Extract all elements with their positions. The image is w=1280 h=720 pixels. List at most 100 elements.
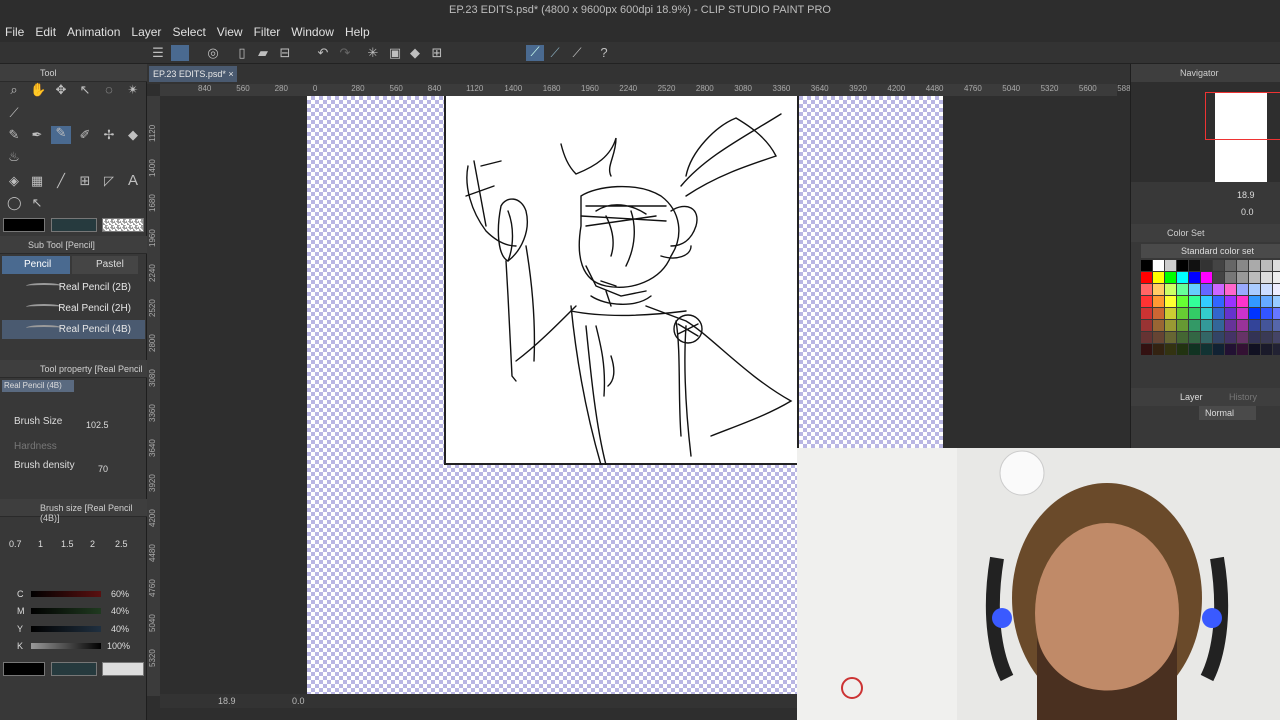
color-cell[interactable] [1177,320,1188,331]
color-cell[interactable] [1273,332,1280,343]
correct-line-tool-icon[interactable]: ↖ [30,196,44,210]
color-cell[interactable] [1225,344,1236,355]
color-cell[interactable] [1153,332,1164,343]
color-cell[interactable] [1213,320,1224,331]
menu-view[interactable]: View [212,22,249,39]
color-cell[interactable] [1249,308,1260,319]
main-color-swatch-bottom[interactable] [3,662,45,676]
brush-size-preset[interactable]: 1 [38,539,43,549]
blend-mode-select[interactable]: Normal [1199,406,1256,420]
color-cell[interactable] [1237,344,1248,355]
sub-color-swatch-bottom[interactable] [51,662,97,676]
menu-icon[interactable]: ☰ [151,46,165,60]
color-cell[interactable] [1177,308,1188,319]
transform-icon[interactable]: ⊞ [430,46,444,60]
grid-snap-icon[interactable]: ⟋ [570,46,584,60]
color-cell[interactable] [1177,284,1188,295]
frame-tool-icon[interactable]: ⊞ [78,174,92,188]
zoom-value[interactable]: 18.9 [218,696,236,706]
lasso-tool-icon[interactable]: ◌ [102,83,116,97]
figure-tool-icon[interactable]: ╱ [54,174,68,188]
color-cell[interactable] [1165,260,1176,271]
color-cell[interactable] [1141,344,1152,355]
menu-layer[interactable]: Layer [126,22,167,39]
special-ruler-icon[interactable]: ⟋ [548,46,562,60]
color-cell[interactable] [1153,320,1164,331]
color-cell[interactable] [1177,296,1188,307]
color-cell[interactable] [1189,260,1200,271]
color-cell[interactable] [1141,284,1152,295]
color-cell[interactable] [1177,272,1188,283]
color-cell[interactable] [1189,284,1200,295]
color-cell[interactable] [1153,296,1164,307]
hand-tool-icon[interactable]: ✋ [30,83,46,97]
color-cell[interactable] [1153,284,1164,295]
cmyk-m-slider[interactable] [31,608,101,614]
color-cell[interactable] [1225,284,1236,295]
color-cell[interactable] [1201,332,1212,343]
brush-size-preset[interactable]: 2 [90,539,95,549]
ruler-tool-icon[interactable]: ◸ [102,174,116,188]
clip-studio-icon[interactable]: ◎ [206,46,220,60]
sub-tool-item-real-pencil-2b[interactable]: Real Pencil (2B) [2,278,145,297]
color-cell[interactable] [1249,320,1260,331]
new-file-icon[interactable]: ▯ [235,46,249,60]
color-cell[interactable] [1273,296,1280,307]
color-cell[interactable] [1165,320,1176,331]
marker-tool-icon[interactable]: ✒ [30,128,44,142]
color-cell[interactable] [1237,320,1248,331]
color-cell[interactable] [1213,332,1224,343]
color-cell[interactable] [1225,296,1236,307]
cmyk-c-value[interactable]: 60% [111,589,129,599]
color-cell[interactable] [1225,272,1236,283]
history-tab-label[interactable]: History [1229,392,1257,402]
color-cell[interactable] [1165,332,1176,343]
zoom-tool-icon[interactable]: ⌕ [7,83,21,97]
tab-pastel[interactable]: Pastel [72,256,138,274]
undo-icon[interactable]: ↶ [316,46,330,60]
color-cell[interactable] [1261,272,1272,283]
color-cell[interactable] [1225,320,1236,331]
loading-icon[interactable]: ✳ [366,46,380,60]
close-icon[interactable]: × [228,69,233,79]
pen-tool-icon[interactable]: ✎ [7,128,21,142]
transparent-color-swatch-bottom[interactable] [102,662,144,676]
drawing-canvas[interactable] [444,96,799,465]
cmyk-k-value[interactable]: 100% [107,641,130,651]
color-cell[interactable] [1249,284,1260,295]
cmyk-m-value[interactable]: 40% [111,606,129,616]
color-cell[interactable] [1189,272,1200,283]
color-cell[interactable] [1189,344,1200,355]
auto-select-icon[interactable]: ✴ [126,83,140,97]
sub-tool-item-real-pencil-2h[interactable]: Real Pencil (2H) [2,299,145,318]
color-cell[interactable] [1237,308,1248,319]
color-set-grid[interactable] [1141,260,1280,356]
navigator-zoom[interactable]: 18.9 [1237,190,1255,200]
eyedropper-icon[interactable]: ⟋ [7,106,21,120]
balloon-tool-icon[interactable]: ◯ [7,196,22,210]
color-cell[interactable] [1237,332,1248,343]
color-cell[interactable] [1273,284,1280,295]
redo-icon[interactable]: ↷ [338,46,352,60]
color-cell[interactable] [1261,320,1272,331]
color-cell[interactable] [1213,272,1224,283]
transparent-color-swatch[interactable] [102,218,144,232]
color-cell[interactable] [1225,308,1236,319]
color-cell[interactable] [1165,344,1176,355]
color-cell[interactable] [1261,332,1272,343]
color-cell[interactable] [1213,296,1224,307]
layer-tab-label[interactable]: Layer [1180,392,1203,402]
color-cell[interactable] [1165,284,1176,295]
color-cell[interactable] [1213,344,1224,355]
color-cell[interactable] [1213,284,1224,295]
pencil-tool-icon[interactable]: ✎ [51,126,71,144]
navigator-preview[interactable] [1131,82,1280,182]
color-cell[interactable] [1273,260,1280,271]
color-cell[interactable] [1225,260,1236,271]
move-tool-icon[interactable]: ✥ [54,83,68,97]
color-cell[interactable] [1201,344,1212,355]
color-cell[interactable] [1141,308,1152,319]
color-cell[interactable] [1141,296,1152,307]
color-cell[interactable] [1165,272,1176,283]
color-cell[interactable] [1201,272,1212,283]
